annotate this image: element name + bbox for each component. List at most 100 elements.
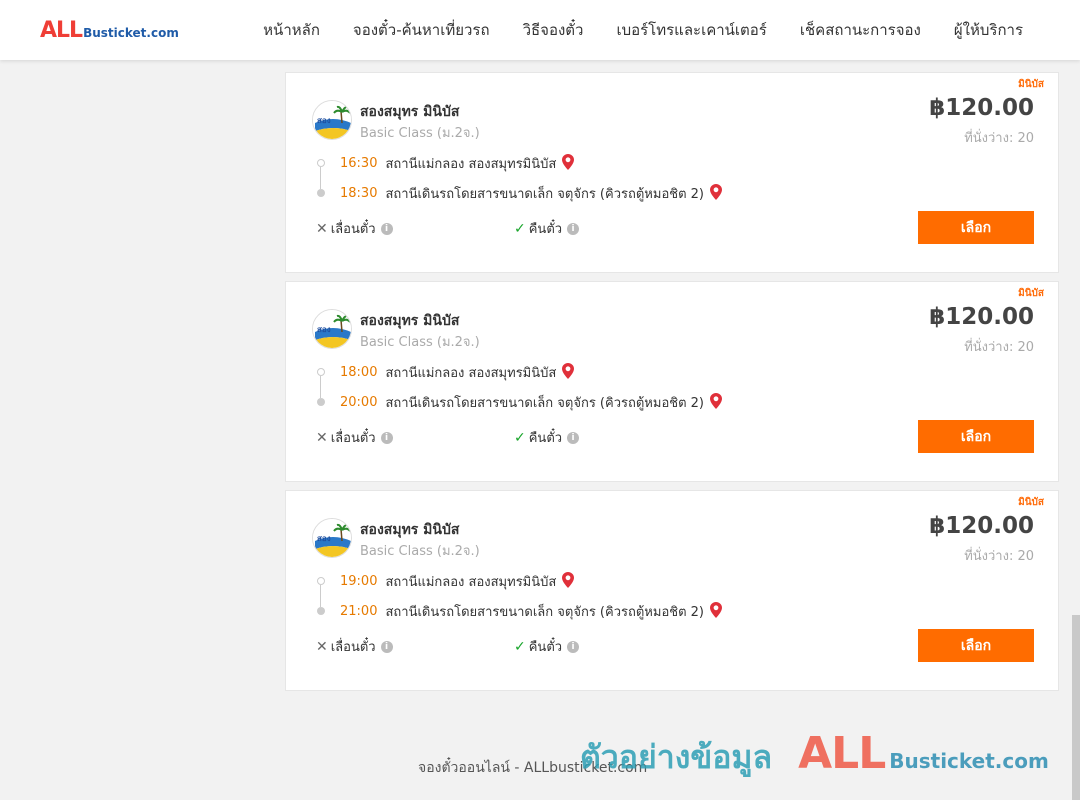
- trip-card: มินิบัส สอง สองสมุทร มินิบัส Basic Class…: [285, 281, 1059, 482]
- info-icon[interactable]: i: [567, 222, 580, 235]
- x-icon: ✕: [316, 638, 328, 655]
- vehicle-type-label: มินิบัส: [1018, 497, 1044, 508]
- nav-home[interactable]: หน้าหลัก: [263, 18, 320, 42]
- arrival-stop: 20:00 สถานีเดินรถโดยสารขนาดเล็ก จตุจักร …: [340, 392, 722, 413]
- change-ticket-label: เลื่อนตั๋ว: [330, 640, 376, 655]
- arrival-time: 20:00: [340, 395, 378, 410]
- seats-available: ที่นั่งว่าง: 20: [964, 131, 1034, 146]
- trip-price: ฿120.00: [929, 95, 1034, 121]
- route-timeline: [316, 368, 326, 406]
- trip-price: ฿120.00: [929, 513, 1034, 539]
- departure-dot: [317, 577, 325, 585]
- arrival-dot: [317, 607, 325, 615]
- map-pin-icon[interactable]: [562, 153, 575, 174]
- map-pin-icon[interactable]: [710, 392, 722, 413]
- arrival-time: 21:00: [340, 604, 378, 619]
- change-ticket-policy: ✕ เลื่อนตั๋ว i: [316, 427, 393, 448]
- arrival-stop: 21:00 สถานีเดินรถโดยสารขนาดเล็ก จตุจักร …: [340, 601, 722, 622]
- seats-available: ที่นั่งว่าง: 20: [964, 549, 1034, 564]
- main-nav: หน้าหลัก จองตั๋ว-ค้นหาเที่ยวรถ วิธีจองตั…: [263, 0, 1023, 60]
- arrival-stop: 18:30 สถานีเดินรถโดยสารขนาดเล็ก จตุจักร …: [340, 183, 722, 204]
- map-pin-icon[interactable]: [710, 183, 722, 204]
- info-icon[interactable]: i: [380, 222, 393, 235]
- arrival-dot: [317, 189, 325, 197]
- logo-rest-text: Busticket.com: [83, 26, 179, 40]
- vehicle-type-label: มินิบัส: [1018, 79, 1044, 90]
- refund-ticket-label: คืนตั๋ว: [528, 222, 563, 237]
- watermark: ตัวอย่างข้อมูล ALL Busticket.com: [580, 728, 1049, 783]
- x-icon: ✕: [316, 429, 328, 446]
- bus-class: Basic Class (ม.2จ.): [360, 544, 480, 559]
- check-icon: ✓: [514, 638, 526, 655]
- vehicle-type-label: มินิบัส: [1018, 288, 1044, 299]
- info-icon[interactable]: i: [380, 431, 393, 444]
- departure-place: สถานีแม่กลอง สองสมุทรมินิบัส: [385, 366, 557, 381]
- bus-class: Basic Class (ม.2จ.): [360, 126, 480, 141]
- page-scrollbar[interactable]: [1072, 60, 1080, 800]
- check-icon: ✓: [514, 429, 526, 446]
- map-pin-icon[interactable]: [710, 601, 722, 622]
- refund-ticket-policy: ✓ คืนตั๋ว i: [514, 427, 580, 448]
- departure-stop: 19:00 สถานีแม่กลอง สองสมุทรมินิบัส: [340, 571, 575, 592]
- route-timeline: [316, 577, 326, 615]
- nav-how-to-book[interactable]: วิธีจองตั๋ว: [523, 18, 584, 42]
- nav-contact-counters[interactable]: เบอร์โทรและเคาน์เตอร์: [616, 18, 766, 42]
- trip-list: มินิบัส สอง สองสมุทร มินิบัส Basic Class…: [285, 72, 1059, 699]
- route-line: [320, 376, 321, 398]
- arrival-time: 18:30: [340, 186, 378, 201]
- nav-check-booking[interactable]: เช็คสถานะการจอง: [800, 18, 921, 42]
- departure-stop: 16:30 สถานีแม่กลอง สองสมุทรมินิบัส: [340, 153, 575, 174]
- info-icon[interactable]: i: [567, 431, 580, 444]
- map-pin-icon[interactable]: [562, 571, 575, 592]
- refund-ticket-label: คืนตั๋ว: [528, 640, 563, 655]
- route-line: [320, 167, 321, 189]
- map-pin-icon[interactable]: [562, 362, 575, 383]
- departure-place: สถานีแม่กลอง สองสมุทรมินิบัส: [385, 575, 557, 590]
- change-ticket-policy: ✕ เลื่อนตั๋ว i: [316, 636, 393, 657]
- info-icon[interactable]: i: [380, 640, 393, 653]
- departure-stop: 18:00 สถานีแม่กลอง สองสมุทรมินิบัส: [340, 362, 575, 383]
- watermark-all-text: ALL: [798, 728, 886, 779]
- info-icon[interactable]: i: [567, 640, 580, 653]
- departure-dot: [317, 368, 325, 376]
- svg-text:สอง: สอง: [317, 534, 331, 543]
- change-ticket-label: เลื่อนตั๋ว: [330, 222, 376, 237]
- svg-text:สอง: สอง: [317, 116, 331, 125]
- operator-name: สองสมุทร มินิบัส: [360, 522, 460, 538]
- route-line: [320, 585, 321, 607]
- trip-card: มินิบัส สอง สองสมุทร มินิบัส Basic Class…: [285, 490, 1059, 691]
- svg-text:สอง: สอง: [317, 325, 331, 334]
- select-button[interactable]: เลือก: [918, 629, 1034, 662]
- check-icon: ✓: [514, 220, 526, 237]
- seats-available: ที่นั่งว่าง: 20: [964, 340, 1034, 355]
- departure-place: สถานีแม่กลอง สองสมุทรมินิบัส: [385, 157, 557, 172]
- arrival-place: สถานีเดินรถโดยสารขนาดเล็ก จตุจักร (คิวรถ…: [385, 396, 704, 411]
- x-icon: ✕: [316, 220, 328, 237]
- arrival-place: สถานีเดินรถโดยสารขนาดเล็ก จตุจักร (คิวรถ…: [385, 187, 704, 202]
- route-timeline: [316, 159, 326, 197]
- nav-book-search[interactable]: จองตั๋ว-ค้นหาเที่ยวรถ: [353, 18, 490, 42]
- operator-name: สองสมุทร มินิบัส: [360, 313, 460, 329]
- change-ticket-label: เลื่อนตั๋ว: [330, 431, 376, 446]
- refund-ticket-policy: ✓ คืนตั๋ว i: [514, 218, 580, 239]
- select-button[interactable]: เลือก: [918, 211, 1034, 244]
- scrollbar-thumb[interactable]: [1072, 615, 1080, 800]
- watermark-rest-text: Busticket.com: [889, 749, 1049, 773]
- arrival-dot: [317, 398, 325, 406]
- logo-all-text: ALL: [40, 18, 83, 43]
- site-logo[interactable]: ALL Busticket.com: [40, 18, 179, 43]
- operator-logo: สอง: [312, 518, 352, 558]
- refund-ticket-label: คืนตั๋ว: [528, 431, 563, 446]
- departure-time: 16:30: [340, 156, 378, 171]
- watermark-thai-text: ตัวอย่างข้อมูล: [580, 738, 773, 776]
- refund-ticket-policy: ✓ คืนตั๋ว i: [514, 636, 580, 657]
- select-button[interactable]: เลือก: [918, 420, 1034, 453]
- arrival-place: สถานีเดินรถโดยสารขนาดเล็ก จตุจักร (คิวรถ…: [385, 605, 704, 620]
- operator-logo: สอง: [312, 309, 352, 349]
- departure-time: 18:00: [340, 365, 378, 380]
- departure-dot: [317, 159, 325, 167]
- navbar: ALL Busticket.com หน้าหลัก จองตั๋ว-ค้นหา…: [0, 0, 1080, 60]
- departure-time: 19:00: [340, 574, 378, 589]
- change-ticket-policy: ✕ เลื่อนตั๋ว i: [316, 218, 393, 239]
- nav-operators[interactable]: ผู้ให้บริการ: [954, 18, 1023, 42]
